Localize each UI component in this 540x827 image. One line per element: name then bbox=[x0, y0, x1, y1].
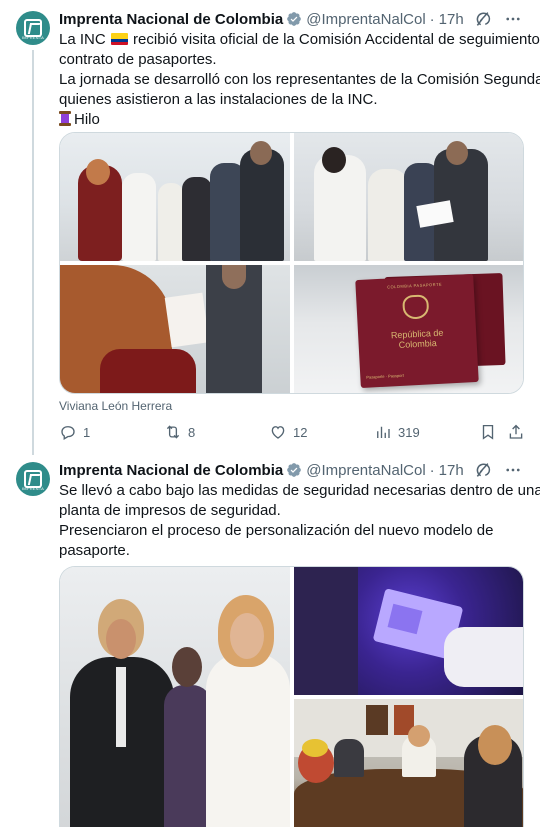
share-icon bbox=[509, 424, 523, 439]
photo-figure bbox=[106, 619, 136, 659]
thread-label: Hilo bbox=[59, 110, 529, 130]
photo-figure bbox=[86, 159, 110, 185]
views-icon bbox=[377, 426, 390, 438]
reply-count: 1 bbox=[83, 424, 91, 440]
photo-figure bbox=[368, 169, 408, 261]
photo-figure bbox=[230, 613, 264, 659]
passport-cover: COLOMBIA PASAPORTE República de Colombia… bbox=[355, 273, 479, 389]
photo-figure bbox=[250, 141, 272, 165]
avatar-caption: IMPRENTA bbox=[22, 35, 44, 40]
media-photo-2[interactable] bbox=[294, 567, 523, 695]
media-photo-3[interactable] bbox=[294, 699, 523, 827]
tweet-text-line: quienes asistieron a las instalaciones d… bbox=[59, 91, 378, 108]
passport-header: COLOMBIA PASAPORTE bbox=[386, 281, 443, 290]
bookmark-icon bbox=[482, 424, 494, 440]
author-handle[interactable]: @ImprentaNalCol bbox=[306, 462, 425, 479]
photo-figure bbox=[444, 627, 523, 687]
tweet-text-line: La INC recibió visita oficial de la Comi… bbox=[59, 31, 540, 48]
photo-figure bbox=[446, 141, 468, 165]
photo-figure bbox=[206, 653, 290, 827]
photo-figure bbox=[158, 183, 184, 261]
tweet-text-line: La jornada se desarrolló con los represe… bbox=[59, 71, 540, 88]
separator-dot: · bbox=[429, 10, 435, 28]
avatar[interactable]: IMPRENTA bbox=[16, 462, 50, 496]
avatar[interactable]: IMPRENTA bbox=[16, 11, 50, 45]
author-name[interactable]: Imprenta Nacional de Colombia bbox=[59, 462, 283, 479]
grok-icon[interactable] bbox=[474, 461, 492, 479]
reply-icon bbox=[61, 426, 75, 440]
photo-figure bbox=[164, 292, 210, 348]
share-button[interactable] bbox=[507, 423, 525, 441]
passport-crest-icon bbox=[402, 294, 430, 320]
separator-dot: · bbox=[429, 461, 435, 479]
tweet-actions: 1 8 12 319 bbox=[59, 423, 525, 443]
photo-figure bbox=[100, 349, 196, 393]
tweet-header: Imprenta Nacional de Colombia @ImprentaN… bbox=[59, 460, 464, 480]
tweet-text-line: Se llevó a cabo bajo las medidas de segu… bbox=[59, 482, 540, 499]
author-name[interactable]: Imprenta Nacional de Colombia bbox=[59, 11, 283, 28]
media-grid[interactable] bbox=[59, 566, 524, 827]
media-photo-2[interactable] bbox=[294, 133, 523, 261]
like-button[interactable]: 12 bbox=[269, 423, 307, 441]
thread-spool-icon bbox=[59, 111, 71, 126]
photo-figure bbox=[366, 705, 388, 735]
reply-button[interactable]: 1 bbox=[59, 423, 90, 441]
photo-figure bbox=[122, 173, 156, 261]
photo-figure bbox=[408, 725, 430, 747]
avatar-caption: IMPRENTA bbox=[22, 486, 44, 491]
photo-figure bbox=[182, 177, 212, 261]
tweet-header: Imprenta Nacional de Colombia @ImprentaN… bbox=[59, 9, 464, 29]
verified-badge-icon bbox=[287, 463, 302, 477]
media-photo-4[interactable]: COLOMBIA PASAPORTE República de Colombia… bbox=[294, 265, 523, 393]
repost-icon bbox=[166, 425, 180, 439]
tweet-text: Se llevó a cabo bajo las medidas de segu… bbox=[59, 481, 540, 561]
photo-figure bbox=[478, 725, 512, 765]
photo-figure bbox=[334, 739, 364, 777]
timestamp[interactable]: 17h bbox=[439, 462, 464, 479]
tweet-text-line: planta de impresos de seguridad. bbox=[59, 502, 281, 519]
views-button[interactable]: 319 bbox=[374, 423, 420, 441]
like-icon bbox=[271, 426, 285, 439]
tweet-text-line: Presenciaron el proceso de personalizaci… bbox=[59, 522, 494, 539]
view-count: 319 bbox=[398, 424, 420, 440]
media-grid[interactable]: COLOMBIA PASAPORTE República de Colombia… bbox=[59, 132, 524, 394]
media-credit[interactable]: Viviana León Herrera bbox=[59, 399, 172, 413]
photo-figure bbox=[164, 685, 212, 827]
tweet-text-line: contrato de pasaportes. bbox=[59, 51, 217, 68]
repost-count: 8 bbox=[188, 424, 196, 440]
media-photo-1[interactable] bbox=[60, 133, 290, 261]
photo-figure bbox=[294, 567, 358, 695]
media-photo-1[interactable] bbox=[60, 567, 290, 827]
more-icon[interactable] bbox=[504, 10, 522, 28]
tweet-1[interactable]: IMPRENTA Imprenta Nacional de Colombia @… bbox=[0, 0, 540, 455]
photo-figure bbox=[116, 667, 126, 747]
thread-line bbox=[32, 50, 34, 455]
colombia-flag-icon bbox=[110, 33, 128, 45]
verified-badge-icon bbox=[287, 12, 302, 26]
repost-button[interactable]: 8 bbox=[164, 423, 195, 441]
photo-figure bbox=[302, 739, 328, 757]
tweet-text-line: pasaporte. bbox=[59, 542, 130, 559]
like-count: 12 bbox=[293, 424, 308, 440]
photo-figure bbox=[222, 265, 246, 289]
media-photo-3[interactable] bbox=[60, 265, 290, 393]
bookmark-button[interactable] bbox=[479, 423, 497, 441]
passport-footer: Pasaporte · Passport bbox=[366, 372, 405, 380]
tweet-2[interactable]: IMPRENTA Imprenta Nacional de Colombia @… bbox=[0, 455, 540, 827]
author-handle[interactable]: @ImprentaNalCol bbox=[306, 11, 425, 28]
passport-title: República de Colombia bbox=[390, 327, 444, 350]
grok-icon[interactable] bbox=[474, 10, 492, 28]
photo-figure bbox=[322, 147, 346, 173]
timestamp[interactable]: 17h bbox=[439, 11, 464, 28]
more-icon[interactable] bbox=[504, 461, 522, 479]
tweet-text: La INC recibió visita oficial de la Comi… bbox=[59, 30, 540, 130]
photo-figure bbox=[240, 149, 284, 261]
photo-figure bbox=[172, 647, 202, 687]
